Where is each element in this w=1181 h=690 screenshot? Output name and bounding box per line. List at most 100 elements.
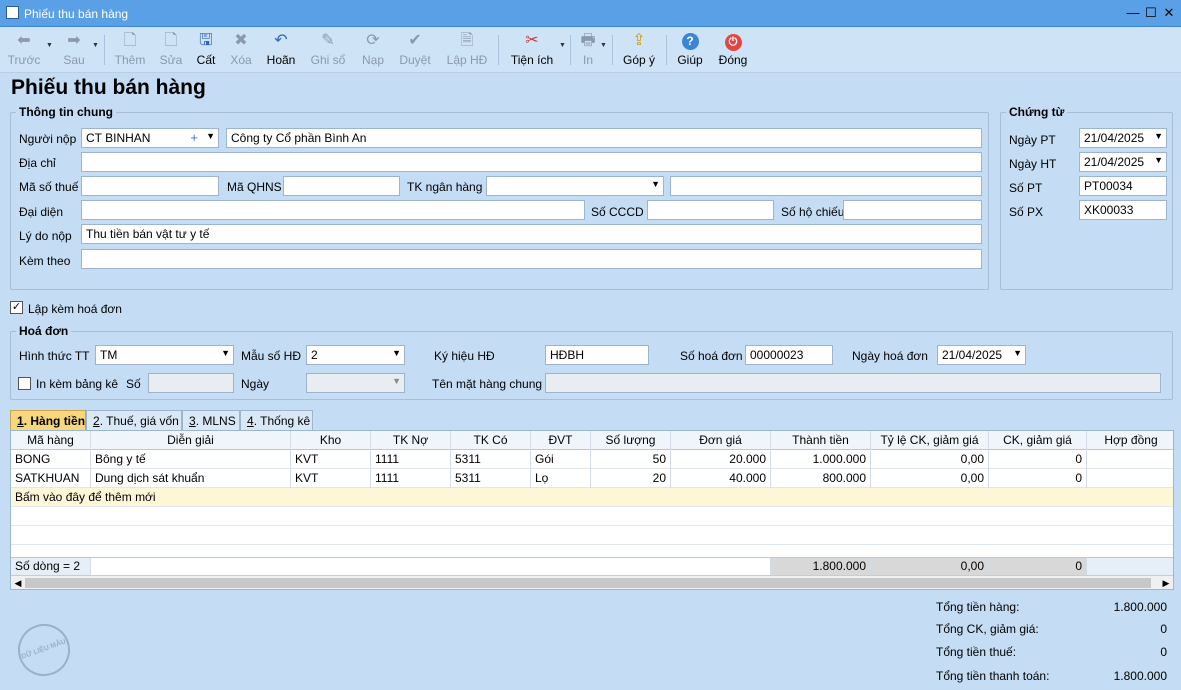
table-cell[interactable] xyxy=(1087,450,1173,469)
date-pt-picker[interactable]: 21/04/2025 ▼ xyxy=(1079,128,1167,148)
tab-goods-money[interactable]: 1. Hàng tiền xyxy=(10,410,86,430)
representative-field[interactable] xyxy=(81,200,585,220)
help-button[interactable]: ? Giúp xyxy=(674,29,706,71)
id-card-field[interactable] xyxy=(647,200,774,220)
chevron-down-icon[interactable]: ▼ xyxy=(651,179,660,189)
delete-button[interactable]: ✖ Xóa xyxy=(226,29,256,71)
table-cell[interactable]: 40.000 xyxy=(671,469,771,488)
chevron-down-icon[interactable]: ▼ xyxy=(600,42,607,49)
add-icon[interactable]: + xyxy=(190,131,198,145)
chevron-down-icon[interactable]: ▼ xyxy=(1013,348,1022,358)
table-cell[interactable]: 50 xyxy=(591,450,671,469)
maximize-button[interactable]: ☐ xyxy=(1141,4,1161,22)
table-cell[interactable]: 20.000 xyxy=(671,450,771,469)
utilities-button[interactable]: ✂ Tiện ích xyxy=(508,29,556,71)
table-cell[interactable] xyxy=(1087,469,1173,488)
approve-button[interactable]: ✔ Duyệt xyxy=(396,29,434,71)
post-button[interactable]: ✎ Ghi sổ xyxy=(308,29,348,71)
template-select[interactable]: 2 ▼ xyxy=(306,345,405,365)
column-header[interactable]: CK, giảm giá xyxy=(989,431,1087,450)
table-cell[interactable]: 0 xyxy=(989,450,1087,469)
no-px-field[interactable]: XK00033 xyxy=(1079,200,1167,220)
minimize-button[interactable]: — xyxy=(1123,4,1143,22)
column-header[interactable]: Đơn giá xyxy=(671,431,771,450)
chevron-down-icon[interactable]: ▼ xyxy=(221,348,230,358)
tab-tax-cost[interactable]: 2. Thuế, giá vốn xyxy=(86,410,182,430)
invoice-number-field[interactable]: 00000023 xyxy=(745,345,833,365)
add-button[interactable]: 🗋 Thêm xyxy=(112,29,148,71)
column-header[interactable]: TK Có xyxy=(451,431,531,450)
table-cell[interactable]: 1.000.000 xyxy=(771,450,871,469)
list-no-field[interactable] xyxy=(148,373,234,393)
bank-account-combo[interactable]: ▼ xyxy=(486,176,664,196)
payer-code-combo[interactable]: CT BINHAN + ▼ xyxy=(81,128,219,148)
table-cell[interactable]: Gói xyxy=(531,450,591,469)
date-ht-picker[interactable]: 21/04/2025 ▼ xyxy=(1079,152,1167,172)
next-button[interactable]: ➡ Sau xyxy=(58,29,90,71)
close-window-button[interactable]: ✕ xyxy=(1159,4,1179,22)
payment-method-select[interactable]: TM ▼ xyxy=(95,345,234,365)
list-date-picker[interactable]: ▼ xyxy=(306,373,405,393)
table-cell[interactable]: 20 xyxy=(591,469,671,488)
scrollbar-thumb[interactable] xyxy=(25,578,1151,588)
column-header[interactable]: Số lượng xyxy=(591,431,671,450)
horizontal-scrollbar[interactable]: ◀ ▶ xyxy=(11,575,1173,589)
print-with-list-checkbox[interactable] xyxy=(18,377,31,390)
table-cell[interactable]: Lọ xyxy=(531,469,591,488)
column-header[interactable]: TK Nợ xyxy=(371,431,451,450)
print-button[interactable]: 🖶 In xyxy=(576,29,600,71)
chevron-down-icon[interactable]: ▼ xyxy=(392,348,401,358)
add-new-row-label[interactable]: Bấm vào đây để thêm mới xyxy=(11,488,411,507)
chevron-down-icon[interactable]: ▼ xyxy=(559,42,566,49)
address-field[interactable] xyxy=(81,152,982,172)
create-invoice-checkbox[interactable]: ✓ xyxy=(10,301,23,314)
column-header[interactable]: Thành tiền xyxy=(771,431,871,450)
chevron-down-icon[interactable]: ▼ xyxy=(1154,131,1163,141)
column-header[interactable]: Mã hàng xyxy=(11,431,91,450)
symbol-field[interactable]: HĐBH xyxy=(545,345,649,365)
chevron-down-icon[interactable]: ▼ xyxy=(46,42,53,49)
table-cell[interactable]: 800.000 xyxy=(771,469,871,488)
table-cell[interactable]: 0,00 xyxy=(871,450,989,469)
budget-code-field[interactable] xyxy=(283,176,400,196)
table-row[interactable]: BONG Bông y tế KVT 1111 5311 Gói 50 20.0… xyxy=(11,450,1173,469)
table-cell[interactable]: 5311 xyxy=(451,469,531,488)
back-button[interactable]: ⬅ Trước xyxy=(6,29,42,71)
chevron-down-icon[interactable]: ▼ xyxy=(1154,155,1163,165)
reload-button[interactable]: ⟳ Nạp xyxy=(358,29,388,71)
table-cell[interactable]: 0,00 xyxy=(871,469,989,488)
scroll-right-icon[interactable]: ▶ xyxy=(1159,576,1173,589)
column-header[interactable]: Kho xyxy=(291,431,371,450)
invoice-date-picker[interactable]: 21/04/2025 ▼ xyxy=(937,345,1026,365)
column-header[interactable]: ĐVT xyxy=(531,431,591,450)
table-cell[interactable]: Bông y tế xyxy=(91,450,291,469)
payer-name-field[interactable]: Công ty Cổ phần Bình An xyxy=(226,128,982,148)
chevron-down-icon[interactable]: ▼ xyxy=(392,376,401,386)
column-header[interactable]: Hợp đồng xyxy=(1087,431,1173,450)
reason-field[interactable]: Thu tiền bán vật tư y tế xyxy=(81,224,982,244)
no-pt-field[interactable]: PT00034 xyxy=(1079,176,1167,196)
column-header[interactable]: Diễn giải xyxy=(91,431,291,450)
tab-mlns[interactable]: 3. MLNS xyxy=(182,410,240,430)
create-invoice-button[interactable]: 🗎 Lập HĐ xyxy=(444,29,490,71)
table-cell[interactable]: Dung dịch sát khuẩn xyxy=(91,469,291,488)
column-header[interactable]: Tỷ lệ CK, giảm giá xyxy=(871,431,989,450)
feedback-button[interactable]: ⇪ Góp ý xyxy=(620,29,658,71)
bank-name-field[interactable] xyxy=(670,176,982,196)
scroll-left-icon[interactable]: ◀ xyxy=(11,576,25,589)
table-cell[interactable]: 1111 xyxy=(371,450,451,469)
table-cell[interactable]: BONG xyxy=(11,450,91,469)
table-cell[interactable]: SATKHUAN xyxy=(11,469,91,488)
passport-field[interactable] xyxy=(843,200,982,220)
tax-code-field[interactable] xyxy=(81,176,219,196)
chevron-down-icon[interactable]: ▼ xyxy=(206,131,215,141)
table-cell[interactable]: KVT xyxy=(291,450,371,469)
edit-button[interactable]: 🗋 Sửa xyxy=(156,29,186,71)
tab-statistics[interactable]: 4. Thống kê xyxy=(240,410,313,430)
general-item-field[interactable] xyxy=(545,373,1161,393)
table-cell[interactable]: 0 xyxy=(989,469,1087,488)
table-row[interactable]: SATKHUAN Dung dịch sát khuẩn KVT 1111 53… xyxy=(11,469,1173,488)
close-button[interactable]: ⏻ Đóng xyxy=(716,29,750,71)
save-button[interactable]: 🖫 Cất xyxy=(192,29,220,71)
table-cell[interactable]: 1111 xyxy=(371,469,451,488)
